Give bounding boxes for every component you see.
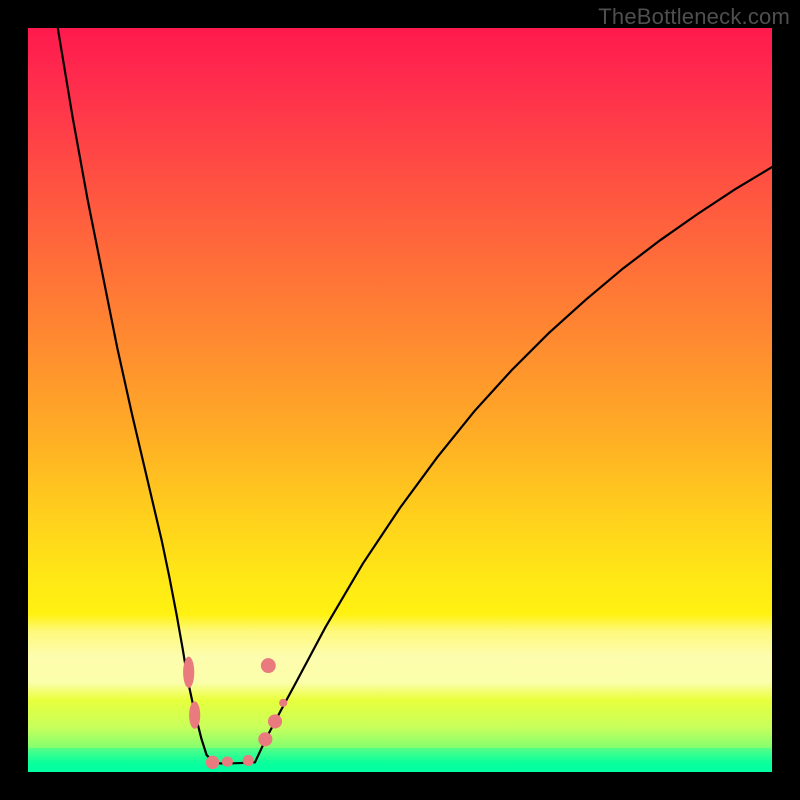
- curve-marker: [279, 699, 287, 707]
- plot-area: [28, 28, 772, 772]
- curve-marker: [268, 714, 282, 728]
- curve-marker: [222, 756, 233, 766]
- bottleneck-curve: [58, 28, 772, 763]
- markers-group: [183, 657, 287, 769]
- chart-frame: TheBottleneck.com: [0, 0, 800, 800]
- curve-marker: [206, 756, 219, 769]
- curve-marker: [258, 732, 272, 746]
- curve-marker: [189, 701, 200, 729]
- curve-svg: [28, 28, 772, 772]
- watermark-text: TheBottleneck.com: [598, 4, 790, 30]
- curve-marker: [243, 755, 254, 766]
- curve-marker: [183, 657, 194, 688]
- curve-marker: [261, 658, 276, 673]
